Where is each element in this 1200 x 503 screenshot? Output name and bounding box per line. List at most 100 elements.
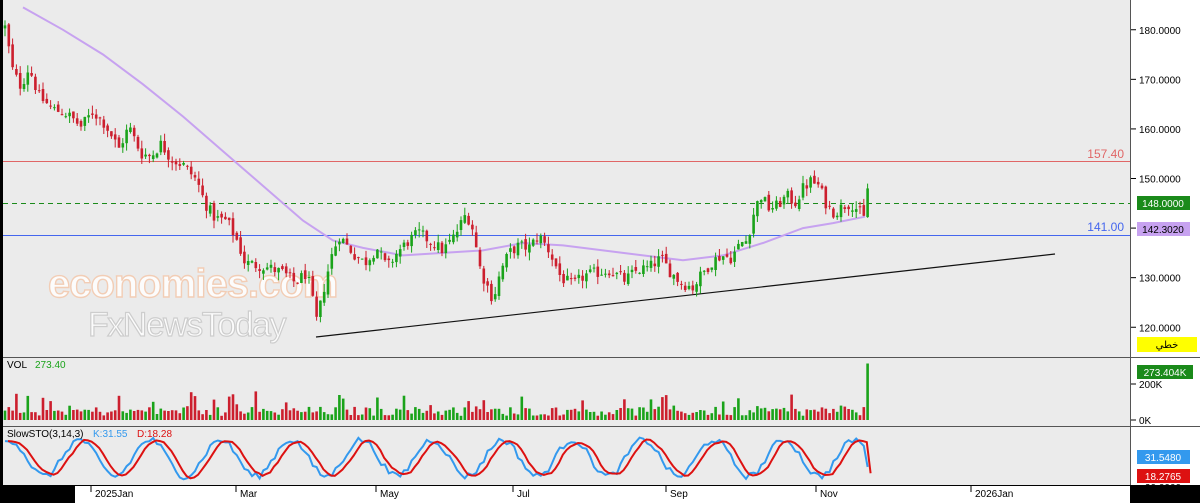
candle-body bbox=[338, 241, 341, 245]
volume-bar bbox=[307, 406, 311, 420]
candle-body bbox=[98, 117, 102, 119]
candle-body bbox=[129, 127, 132, 132]
volume-bar bbox=[167, 411, 170, 420]
candle-body bbox=[22, 84, 26, 89]
candle-body bbox=[509, 248, 512, 252]
volume-bar bbox=[854, 412, 858, 420]
candle-body bbox=[520, 241, 524, 243]
candle-body bbox=[417, 229, 421, 231]
resistance-level-label: 157.40 bbox=[1087, 147, 1124, 161]
volume-bar bbox=[778, 409, 782, 420]
volume-bar bbox=[805, 409, 809, 420]
volume-bar bbox=[600, 411, 603, 420]
volume-bar bbox=[159, 408, 163, 420]
candle-body bbox=[288, 272, 292, 274]
volume-bar bbox=[155, 414, 159, 420]
candle-body bbox=[53, 107, 56, 109]
candle-body bbox=[250, 261, 254, 263]
volume-bar bbox=[106, 412, 109, 420]
candle-body bbox=[600, 274, 603, 276]
candle-body bbox=[592, 267, 596, 269]
time-axis[interactable] bbox=[75, 486, 1130, 503]
chart-window: economies.com FxNewsToday 157.40 141.00 … bbox=[0, 0, 1200, 503]
candle-body bbox=[56, 104, 60, 112]
candle-body bbox=[60, 114, 64, 116]
candle-body bbox=[729, 257, 733, 264]
volume-bar bbox=[790, 394, 793, 420]
candle-body bbox=[94, 114, 98, 119]
volume-bar bbox=[239, 411, 242, 420]
candle-body bbox=[91, 113, 94, 115]
candle-body bbox=[699, 271, 702, 287]
volume-bar bbox=[455, 412, 459, 420]
candle-body bbox=[193, 175, 197, 178]
volume-bar bbox=[132, 411, 136, 420]
candle-body bbox=[311, 276, 315, 296]
volume-bar bbox=[550, 408, 554, 420]
candle-body bbox=[851, 210, 854, 212]
candle-body bbox=[75, 118, 79, 124]
volume-bar bbox=[64, 414, 68, 420]
volume-bar bbox=[444, 410, 448, 420]
volume-bar bbox=[740, 415, 744, 420]
volume-bar bbox=[49, 401, 52, 420]
candle-body bbox=[410, 234, 413, 247]
candle-body bbox=[433, 247, 436, 249]
volume-bar bbox=[212, 399, 216, 420]
volume-title: VOL bbox=[7, 360, 27, 371]
volume-bar bbox=[786, 411, 790, 420]
candle-body bbox=[170, 161, 174, 163]
candle-body bbox=[37, 90, 41, 92]
candle-body bbox=[87, 115, 90, 118]
stoch-d-label: D:18.28 bbox=[137, 429, 172, 440]
candle-body bbox=[463, 215, 467, 223]
volume-bar bbox=[334, 407, 337, 420]
volume-bar bbox=[410, 413, 413, 420]
candle-body bbox=[573, 277, 577, 279]
candle-body bbox=[653, 263, 657, 267]
volume-bar bbox=[718, 414, 721, 420]
candle-body bbox=[281, 266, 284, 269]
volume-bar bbox=[94, 407, 98, 420]
candle-body bbox=[18, 73, 22, 89]
candle-body bbox=[452, 234, 455, 243]
volume-bar bbox=[18, 412, 22, 420]
watermark-line2: FxNewsToday bbox=[88, 306, 287, 344]
volume-bar bbox=[296, 410, 299, 420]
candle-body bbox=[246, 261, 250, 265]
volume-bar bbox=[262, 408, 265, 420]
volume-bar bbox=[292, 408, 296, 420]
candle-body bbox=[604, 273, 607, 275]
candle-body bbox=[11, 44, 14, 68]
candle-body bbox=[718, 256, 721, 261]
candle-body bbox=[733, 251, 736, 262]
candle-body bbox=[471, 224, 474, 230]
candle-body bbox=[376, 249, 379, 259]
candle-body bbox=[239, 237, 242, 254]
volume-bar bbox=[809, 410, 812, 420]
stoch-pane[interactable] bbox=[3, 427, 1130, 485]
volume-bar bbox=[3, 410, 7, 420]
volume-bar bbox=[326, 414, 330, 420]
candle-body bbox=[429, 243, 432, 245]
chart-canvas[interactable]: economies.com FxNewsToday 157.40 141.00 … bbox=[0, 0, 1200, 503]
volume-bar bbox=[490, 409, 493, 420]
candle-body bbox=[440, 242, 444, 253]
volume-bar bbox=[512, 413, 516, 420]
volume-bar bbox=[588, 412, 592, 420]
volume-bar bbox=[402, 395, 406, 420]
volume-bar bbox=[813, 409, 816, 420]
candle-body bbox=[695, 284, 698, 292]
candle-body bbox=[824, 186, 828, 209]
candle-body bbox=[455, 231, 459, 238]
candle-body bbox=[64, 116, 68, 118]
candle-body bbox=[345, 238, 349, 245]
volume-bar bbox=[406, 410, 410, 420]
volume-bar bbox=[178, 413, 182, 420]
volume-bar bbox=[189, 392, 193, 420]
price-tick-label: 130.0000 bbox=[1139, 274, 1181, 285]
candle-body bbox=[395, 253, 398, 263]
volume-bar bbox=[797, 411, 801, 420]
volume-bar bbox=[383, 415, 387, 420]
price-axis[interactable] bbox=[1131, 0, 1200, 485]
